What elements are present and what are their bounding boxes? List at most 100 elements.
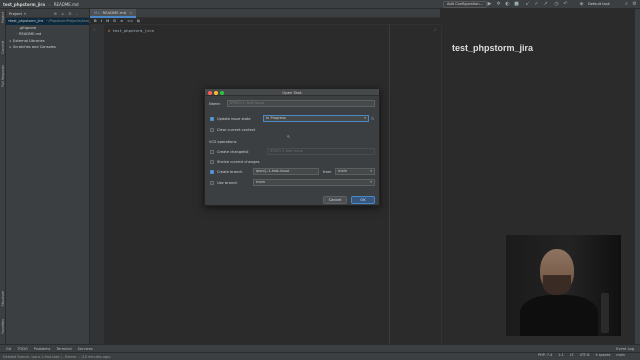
refresh-icon[interactable]: ↻ [371, 116, 374, 121]
gear-icon[interactable]: ⚙ [68, 11, 71, 16]
services-tool-tab[interactable]: Services [78, 347, 93, 351]
git-branch-widget[interactable]: main [616, 353, 624, 357]
create-branch-label: Create branch [217, 170, 243, 174]
tool-tab-structure[interactable]: Structure [1, 291, 5, 306]
add-configuration-button[interactable]: Add Configuration... [443, 1, 487, 8]
terminal-tool-tab[interactable]: Terminal [56, 347, 71, 351]
tool-tab-pull-requests[interactable]: Pull Requests [1, 65, 5, 87]
update-state-checkbox[interactable]: ✓ [210, 117, 214, 121]
create-branch-checkbox[interactable]: ✓ [210, 170, 214, 174]
link-button[interactable]: ⧉ [137, 19, 140, 23]
encoding-widget[interactable]: UTF-8 [580, 353, 590, 357]
project-panel-header: Project ▾ ⊕ ≑ ⚙ – [6, 9, 89, 18]
project-tree-label: .gitignore [19, 25, 37, 30]
webcam-microphone [601, 293, 609, 333]
hide-icon[interactable]: – [76, 11, 78, 16]
git-push-icon[interactable]: ↗ [542, 1, 549, 8]
php-version-widget[interactable]: PHP: 7.4 [538, 353, 552, 357]
open-task-dialog: Open Task Name: IPSRO-1: test issue ✓ Up… [204, 88, 380, 206]
project-tree-label: test_phpstorm_jira [9, 19, 44, 24]
markdown-file-icon: M↓ [94, 9, 101, 15]
dialog-title-bar: Open Task [205, 89, 379, 96]
git-update-icon[interactable]: ↙ [524, 1, 531, 8]
editor-tab-readme[interactable]: M↓ README.md × [90, 8, 137, 18]
breadcrumb-file[interactable]: README.md [54, 2, 79, 7]
collapse-icon[interactable]: ≑ [61, 11, 64, 16]
project-tree-item[interactable]: ▸ Scratches and Consoles [6, 44, 89, 51]
git-tool-tab[interactable]: Git [6, 347, 11, 351]
chevron-down-icon: ▾ [370, 180, 372, 184]
inspection-ok-icon[interactable]: ✓ [434, 27, 437, 32]
shelve-changes-checkbox[interactable] [210, 160, 214, 164]
problems-tool-tab[interactable]: Problems [34, 347, 51, 351]
locate-icon[interactable]: ⊕ [54, 11, 57, 16]
clear-context-checkbox[interactable] [210, 128, 214, 132]
mouse-cursor-icon: ↖ [287, 134, 291, 139]
status-widgets: PHP: 7.4 1:1 LF UTF-8 4 spaces main [532, 353, 625, 357]
markdown-toolbar: B I H ⊟ ≡ <> ⧉ [90, 18, 440, 25]
webcam-person-beard [543, 275, 571, 295]
webcam-overlay [506, 235, 621, 336]
indent-widget[interactable]: 4 spaces [595, 353, 610, 357]
webcam-person-body [520, 295, 598, 336]
task-name-field[interactable]: IPSRO-1: test issue [227, 100, 375, 107]
list-button[interactable]: ≡ [120, 19, 123, 23]
code-button[interactable]: <> [127, 19, 133, 23]
use-branch-value: main [256, 180, 265, 184]
code-line[interactable]: # test_phpstorm_jira [108, 28, 154, 33]
task-icon[interactable]: ◈ [578, 1, 585, 8]
from-branch-select[interactable]: main ▾ [335, 168, 375, 175]
status-message[interactable]: Deleted Branch: ipsro-1-first-task (...R… [3, 355, 111, 359]
gear-icon[interactable]: ⚙ [631, 1, 638, 8]
use-branch-select[interactable]: main ▾ [253, 179, 375, 186]
search-icon[interactable]: ⌕ [623, 1, 630, 8]
cancel-button[interactable]: Cancel [323, 196, 347, 204]
bottom-tool-strip: Git TODO Problems Terminal Services Even… [0, 344, 640, 352]
run-icon[interactable]: ▶ [486, 1, 493, 8]
heading-button[interactable]: H [106, 19, 109, 23]
git-commit-icon[interactable]: ✓ [533, 1, 540, 8]
event-log-tool-tab[interactable]: Event Log [616, 347, 634, 351]
stop-icon[interactable]: ■ [513, 1, 520, 8]
debug-icon[interactable]: ✲ [495, 1, 502, 8]
close-icon[interactable]: × [129, 10, 132, 15]
project-panel: Project ▾ ⊕ ≑ ⚙ – ▾ test_phpstorm_jira ~/P… [6, 9, 115, 351]
issue-state-select[interactable]: In Progress ▾ [263, 115, 369, 122]
update-state-label: Update issue state [217, 117, 251, 121]
use-branch-checkbox[interactable] [210, 181, 214, 185]
rollback-icon[interactable]: ↶ [562, 1, 569, 8]
table-button[interactable]: ⊟ [113, 19, 116, 23]
issue-state-value: In Progress [266, 116, 286, 120]
create-changelist-checkbox[interactable] [210, 150, 214, 154]
changelist-name-field[interactable]: IPSRO-1 test issue [267, 148, 375, 155]
history-icon[interactable]: ◷ [553, 1, 560, 8]
right-tool-strip [635, 9, 640, 351]
project-tree-label: External Libraries [13, 38, 45, 43]
right-margin-guide [389, 25, 390, 351]
tool-tab-project[interactable]: Project [1, 12, 5, 23]
bold-button[interactable]: B [94, 19, 97, 23]
vcs-operations-label: VCS operations [209, 140, 237, 144]
preview-heading: test_phpstorm_jira [452, 43, 534, 53]
tool-tab-commit[interactable]: Commit [1, 41, 5, 54]
todo-tool-tab[interactable]: TODO [17, 347, 28, 351]
ok-button[interactable]: OK [351, 196, 375, 204]
name-label: Name: [209, 102, 221, 106]
shelve-changes-label: Shelve current changes [217, 160, 260, 164]
line-separator-widget[interactable]: LF [570, 353, 574, 357]
coverage-icon[interactable]: ◐ [504, 1, 511, 8]
editor-gutter [90, 25, 104, 351]
branch-name-field[interactable]: ipsro}-1-test-issue [253, 168, 319, 175]
tool-tab-favorites[interactable]: Favorites [1, 319, 5, 334]
dialog-title: Open Task [282, 90, 302, 95]
caret-position-widget[interactable]: 1:1 [558, 353, 563, 357]
chevron-down-icon[interactable]: ▾ [24, 11, 26, 16]
editor-tab-label: README.md [102, 9, 127, 15]
heading-marker: # [108, 28, 111, 33]
use-branch-label: Use branch [217, 181, 238, 185]
italic-button[interactable]: I [101, 19, 102, 23]
breadcrumb-project[interactable]: test_phpstorm_jira [3, 2, 45, 7]
task-selector[interactable]: Default task [588, 1, 610, 8]
project-tree-label: Scratches and Consoles [13, 45, 56, 50]
project-view-selector[interactable]: Project [9, 11, 22, 16]
